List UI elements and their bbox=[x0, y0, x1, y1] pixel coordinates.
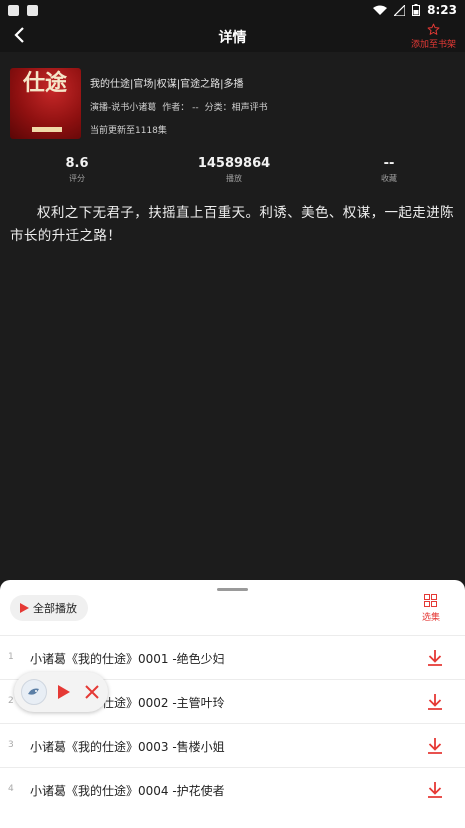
stat-plays-label: 播放 bbox=[226, 174, 242, 183]
close-icon[interactable] bbox=[83, 683, 101, 701]
stat-plays-value: 14589864 bbox=[197, 156, 271, 171]
shark-icon bbox=[28, 688, 39, 695]
status-bar: 8:23 bbox=[0, 0, 465, 20]
episode-row[interactable]: 3 小诸葛《我的仕途》0003 -售楼小姐 bbox=[0, 723, 465, 767]
stat-rating-value: 8.6 bbox=[65, 156, 89, 171]
add-to-shelf-label: 添加至书架 bbox=[410, 40, 456, 50]
book-description: 权利之下无君子，扶摇直上百重天。利诱、美色、权谋，一起走进陈市长的升迁之路！ bbox=[10, 205, 454, 244]
episode-title: 小诸葛《我的仕途》0001 -绝色少妇 bbox=[30, 652, 225, 666]
play-all-button[interactable]: 全部播放 bbox=[10, 595, 88, 621]
star-icon bbox=[427, 23, 440, 35]
episode-number: 3 bbox=[8, 740, 14, 750]
add-to-shelf-button[interactable]: 添加至书架 bbox=[411, 23, 456, 50]
episode-title: 小诸葛《我的仕途》0004 -护花使者 bbox=[30, 784, 225, 798]
player-avatar[interactable] bbox=[21, 679, 47, 705]
download-icon[interactable] bbox=[425, 648, 445, 668]
page-title: 详情 bbox=[218, 30, 247, 46]
book-cover: 仕途 bbox=[10, 68, 81, 139]
book-title: 我的仕途|官场|权谋|官途之路|多播 bbox=[90, 79, 244, 90]
mini-player[interactable] bbox=[14, 672, 108, 712]
stats-row: 8.6 评分 14589864 播放 -- 收藏 bbox=[0, 156, 465, 186]
download-icon[interactable] bbox=[425, 780, 445, 800]
battery-icon bbox=[412, 4, 421, 16]
sheet-drag-handle[interactable] bbox=[217, 588, 248, 591]
book-category: 分类：相声评书 bbox=[204, 103, 268, 113]
book-meta: 演播-说书小诸葛 作者： -- 分类：相声评书 bbox=[90, 100, 268, 113]
a-icon bbox=[27, 4, 38, 16]
episode-number: 4 bbox=[8, 784, 14, 794]
book-author: 作者： -- bbox=[162, 103, 199, 113]
status-time: 8:23 bbox=[427, 3, 457, 17]
episode-list: 1 小诸葛《我的仕途》0001 -绝色少妇 2 小诸葛《我的仕途》0002 -主… bbox=[0, 635, 465, 811]
wifi-icon bbox=[373, 5, 388, 15]
episode-number: 1 bbox=[8, 652, 14, 662]
stat-favorites-value: -- bbox=[383, 156, 395, 171]
stat-rating: 8.6 评分 bbox=[17, 156, 137, 184]
cover-title: 仕途 bbox=[23, 70, 68, 96]
download-icon[interactable] bbox=[425, 692, 445, 712]
download-icon[interactable] bbox=[425, 736, 445, 756]
shield-icon bbox=[8, 4, 19, 16]
stat-favorites: -- 收藏 bbox=[329, 156, 449, 184]
episode-title: 小诸葛《我的仕途》0003 -售楼小姐 bbox=[30, 740, 225, 754]
mini-play-button[interactable] bbox=[58, 685, 70, 699]
app-bar: 详情 添加至书架 bbox=[0, 20, 465, 52]
episode-row[interactable]: 4 小诸葛《我的仕途》0004 -护花使者 bbox=[0, 767, 465, 811]
signal-icon bbox=[394, 4, 406, 16]
cover-decoration bbox=[32, 127, 62, 132]
play-icon bbox=[20, 603, 29, 613]
select-episodes-label: 选集 bbox=[421, 613, 440, 623]
stat-plays: 14589864 播放 bbox=[174, 156, 294, 184]
play-all-label: 全部播放 bbox=[33, 602, 77, 615]
stat-rating-label: 评分 bbox=[69, 174, 85, 183]
episode-number: 2 bbox=[8, 696, 14, 706]
select-episodes-button[interactable]: 选集 bbox=[422, 594, 440, 623]
book-narrator: 演播-说书小诸葛 bbox=[90, 103, 157, 113]
stat-favorites-label: 收藏 bbox=[381, 174, 397, 183]
grid-icon bbox=[424, 594, 438, 607]
book-update-status: 当前更新至1118集 bbox=[90, 126, 167, 136]
